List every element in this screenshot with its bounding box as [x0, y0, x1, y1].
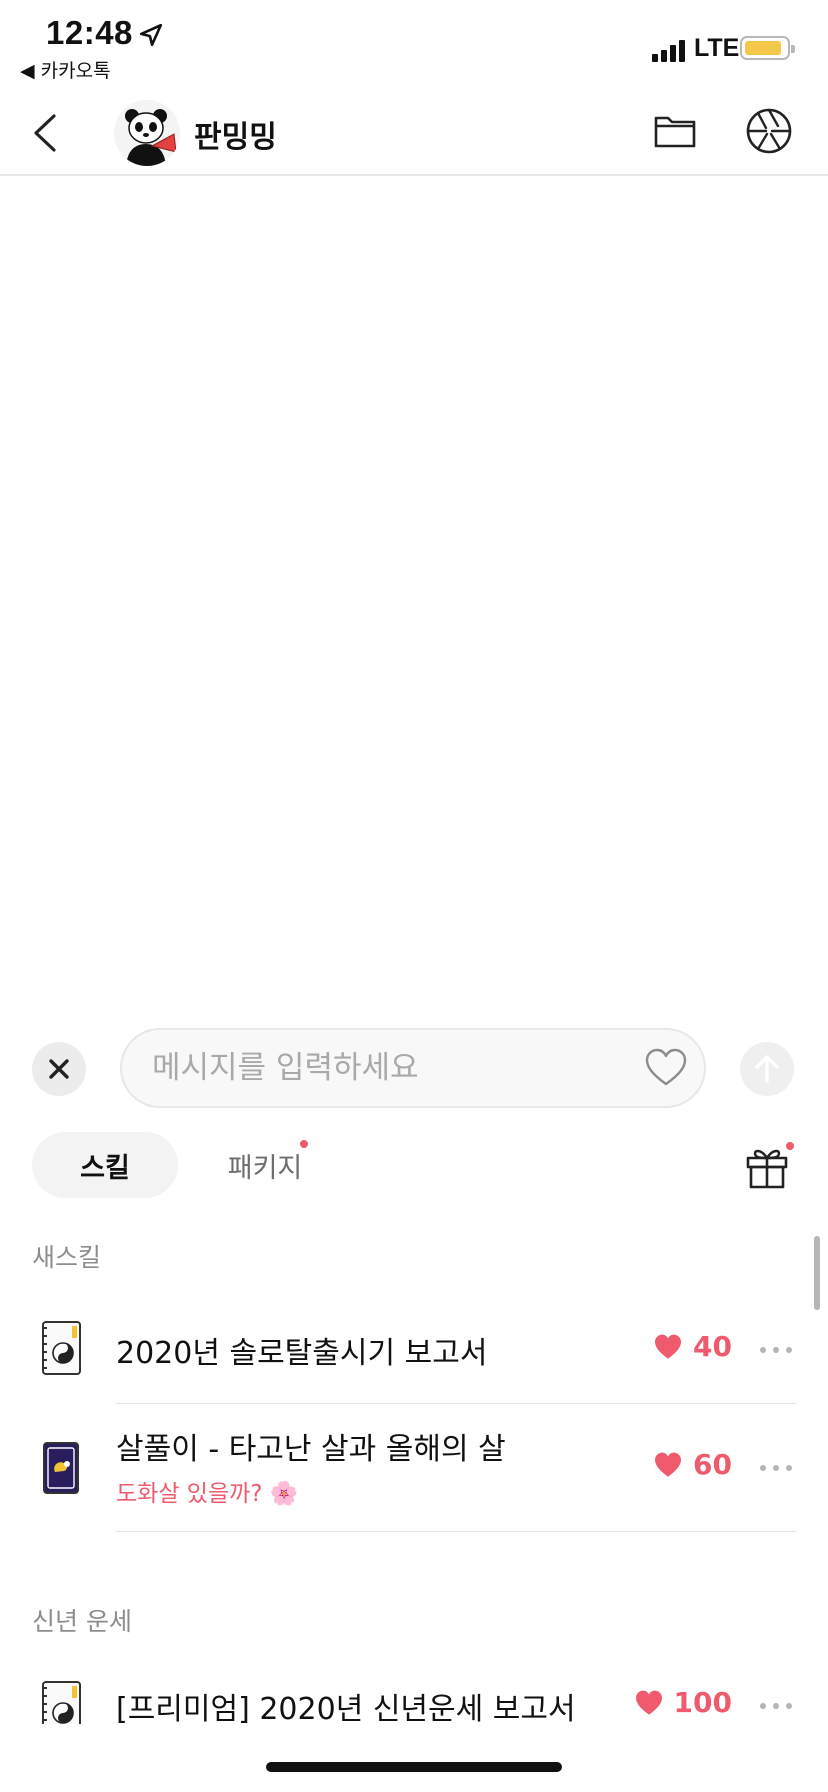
more-options-icon[interactable] — [760, 1465, 792, 1473]
message-input-box[interactable] — [120, 1028, 706, 1108]
item-price[interactable]: 60 — [653, 1448, 732, 1481]
item-subtitle: 도화살 있을까? 🌸 — [116, 1481, 299, 1507]
avatar[interactable] — [114, 100, 180, 166]
tab-skill[interactable]: 스킬 — [32, 1132, 178, 1198]
camera-aperture-icon[interactable] — [744, 106, 794, 156]
send-button[interactable] — [740, 1042, 794, 1096]
tab-package-label: 패키지 — [227, 1152, 303, 1184]
home-indicator[interactable] — [266, 1762, 562, 1772]
folder-icon[interactable] — [652, 108, 698, 154]
item-price-value: 60 — [693, 1448, 732, 1481]
signal-strength-icon — [652, 38, 688, 62]
heart-outline-icon[interactable] — [644, 1048, 688, 1088]
location-arrow-icon — [139, 23, 163, 47]
back-chevron-icon[interactable] — [26, 108, 66, 158]
close-icon — [49, 1059, 69, 1079]
list-item[interactable]: 2020년 솔로탈출시기 보고서 40 — [0, 1298, 828, 1404]
more-options-icon[interactable] — [760, 1347, 792, 1355]
list-item[interactable]: [프리미엄] 2020년 신년운세 보고서 100 — [0, 1672, 828, 1724]
yin-yang-notebook-icon — [42, 1681, 81, 1724]
chat-title: 판밍밍 — [194, 120, 277, 155]
item-name: [프리미엄] 2020년 신년운세 보고서 — [116, 1692, 576, 1724]
heart-filled-icon — [655, 1334, 682, 1359]
item-price[interactable]: 100 — [634, 1686, 732, 1719]
item-name: 살풀이 - 타고난 살과 올해의 살 — [116, 1432, 506, 1467]
skill-tabs: 스킬 패키지 — [0, 1132, 828, 1202]
battery-icon — [740, 36, 795, 60]
divider — [116, 1531, 796, 1532]
panda-avatar-icon — [114, 100, 180, 166]
list-item[interactable]: 살풀이 - 타고난 살과 올해의 살 도화살 있을까? 🌸 60 — [0, 1404, 828, 1532]
close-button[interactable] — [32, 1042, 86, 1096]
gift-icon[interactable] — [744, 1142, 790, 1190]
gift-new-dot — [786, 1142, 794, 1150]
item-price[interactable]: 40 — [653, 1330, 732, 1363]
item-price-value: 40 — [693, 1330, 732, 1363]
message-composer — [0, 1026, 828, 1110]
section-label-new-year: 신년 운세 — [32, 1607, 132, 1636]
status-bar: 12:48 ◀ 카카오톡 LTE — [0, 0, 828, 90]
arrow-up-icon — [755, 1055, 779, 1083]
dark-tarot-card-icon — [43, 1442, 79, 1494]
item-name: 2020년 솔로탈출시기 보고서 — [116, 1336, 488, 1371]
tab-package[interactable]: 패키지 — [200, 1132, 330, 1198]
message-input[interactable] — [152, 1030, 622, 1106]
more-options-icon[interactable] — [760, 1703, 792, 1711]
yin-yang-notebook-icon — [42, 1321, 81, 1375]
package-new-dot — [300, 1140, 308, 1148]
heart-filled-icon — [655, 1452, 682, 1477]
item-price-value: 100 — [673, 1686, 732, 1719]
back-to-app-link[interactable]: ◀ 카카오톡 — [20, 56, 111, 83]
network-label: LTE — [694, 34, 740, 62]
status-time: 12:48 — [46, 14, 133, 51]
section-label-new-skill: 새스킬 — [32, 1243, 102, 1272]
heart-filled-icon — [635, 1690, 662, 1715]
chat-header: 판밍밍 — [0, 90, 828, 176]
scrollbar-thumb[interactable] — [814, 1236, 820, 1310]
